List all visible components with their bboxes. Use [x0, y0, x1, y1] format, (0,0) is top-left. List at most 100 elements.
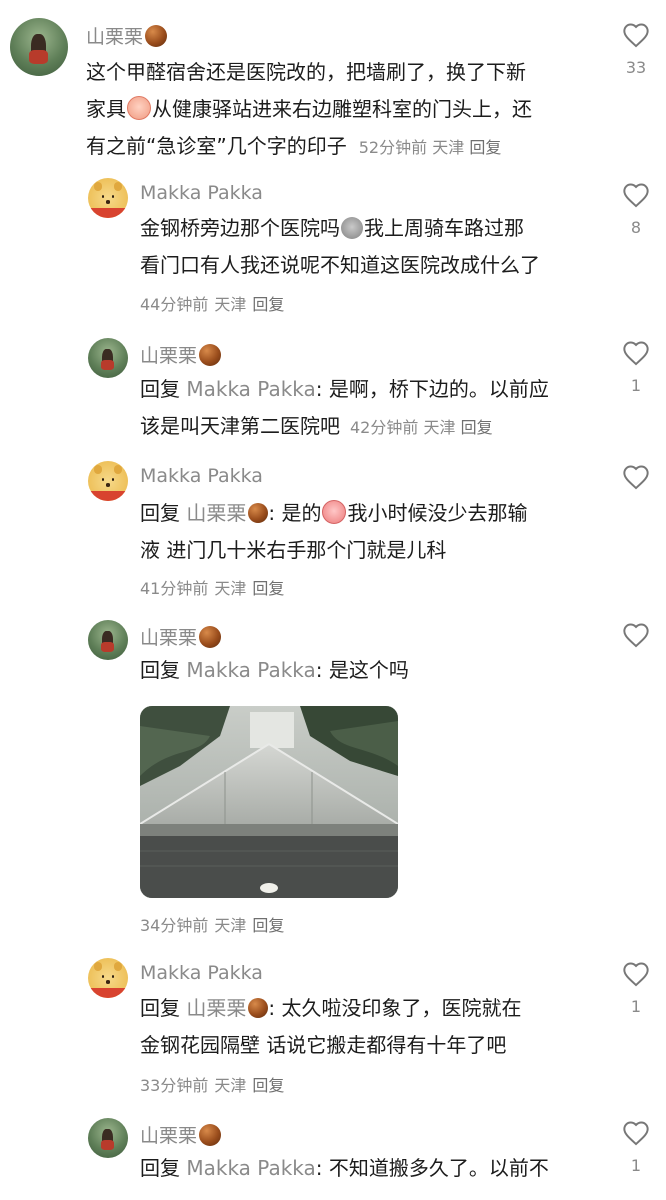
reply-to-user[interactable]: Makka Pakka [186, 658, 315, 682]
comment-fragment: 我上周骑车路过那 [364, 216, 524, 240]
comment-fragment: 该是叫天津第二医院吧 [140, 414, 340, 438]
comment-text: 回复 Makka Pakka: 是啊，桥下边的。以前应 该是叫天津第二医院吧 42… [140, 371, 600, 446]
reply-button[interactable]: 回复 [461, 418, 493, 437]
reply-to-user[interactable]: Makka Pakka [186, 1156, 315, 1180]
reply-to-user[interactable]: 山栗栗 [186, 501, 246, 525]
heart-icon [623, 341, 649, 366]
heart-icon [623, 1121, 649, 1146]
avatar[interactable] [10, 18, 68, 76]
comment-line: 看门口有人我还说呢不知道这医院改成什么了 [140, 253, 540, 277]
avatar-ear [113, 465, 123, 474]
avatar-nose [105, 483, 111, 487]
comment-fragment: : 是的 [268, 501, 322, 525]
avatar-nose [105, 980, 111, 984]
username[interactable]: 山栗栗 [140, 341, 222, 368]
reply-prefix: 回复 [140, 1156, 180, 1180]
chestnut-emoji-icon [248, 503, 269, 523]
username-text: 山栗栗 [86, 26, 144, 48]
like-button[interactable]: 1 [616, 340, 656, 395]
comment-line: 有之前“急诊室”几个字的印子 52分钟前 天津 回复 [86, 128, 606, 166]
username[interactable]: Makka Pakka [140, 962, 263, 984]
comment-line: 回复 Makka Pakka: 是啊，桥下边的。以前应 [140, 371, 600, 408]
comment-line: 回复 山栗栗 : 太久啦没印象了，医院就在 [140, 990, 600, 1027]
avatar[interactable] [88, 461, 128, 501]
heart-icon [623, 23, 649, 48]
comment-fragment: : 不知道搬多久了。以前不 [315, 1156, 549, 1180]
reply-prefix: 回复 [140, 996, 180, 1020]
comment-text: 这个甲醛宿舍还是医院改的，把墙刷了，换了下新 家具 从健康驿站进来右边雕塑科室的门… [86, 54, 606, 166]
reply-button[interactable]: 回复 [252, 579, 284, 598]
comment-fragment: 从健康驿站进来右边雕塑科室的门头上，还 [152, 97, 532, 121]
reply-prefix: 回复 [140, 377, 180, 401]
location: 天津 [214, 579, 247, 598]
reply-button[interactable]: 回复 [469, 138, 501, 157]
avatar-eye [101, 974, 105, 979]
username-text: 山栗栗 [140, 345, 198, 367]
like-count: 1 [630, 376, 642, 395]
chestnut-emoji-icon [248, 998, 269, 1018]
comment-line: 液 进门几十米右手那个门就是儿科 [140, 538, 447, 562]
username[interactable]: 山栗栗 [86, 22, 168, 49]
comment-text: 回复 Makka Pakka: 是这个吗 [140, 652, 600, 689]
avatar-shirt [88, 988, 128, 998]
username-text: 山栗栗 [140, 627, 198, 649]
username-text: 山栗栗 [140, 1125, 198, 1147]
avatar-eye [111, 194, 115, 199]
avatar[interactable] [88, 1118, 128, 1158]
like-count: 8 [630, 218, 642, 237]
like-count: 33 [625, 58, 647, 77]
chestnut-emoji-icon [199, 344, 222, 366]
like-count: 1 [630, 1156, 642, 1175]
like-button[interactable]: 1 [616, 1120, 656, 1175]
username[interactable]: 山栗栗 [140, 623, 222, 650]
like-button[interactable] [616, 622, 656, 652]
avatar-shirt [101, 360, 114, 370]
reply-button[interactable]: 回复 [252, 1076, 284, 1095]
comment-meta: 41分钟前 天津 回复 [140, 575, 290, 599]
timestamp: 52分钟前 [358, 138, 428, 157]
crying-emoji-icon [322, 500, 347, 524]
comment-fragment: : 是这个吗 [315, 658, 409, 682]
avatar-shirt [29, 50, 48, 65]
like-button[interactable] [616, 464, 656, 494]
pig-emoji-icon [127, 96, 151, 120]
comment-fragment: : 是啊，桥下边的。以前应 [315, 377, 549, 401]
like-button[interactable]: 33 [616, 22, 656, 77]
username[interactable]: Makka Pakka [140, 465, 263, 487]
heart-icon [623, 465, 649, 490]
heart-icon [623, 183, 649, 208]
username[interactable]: 山栗栗 [140, 1121, 222, 1148]
timestamp: 33分钟前 [140, 1076, 209, 1095]
comment-line: 回复 Makka Pakka: 不知道搬多久了。以前不 [140, 1150, 600, 1187]
comment-line: 回复 山栗栗: 是的 我小时候没少去那输 [140, 495, 600, 532]
comment-fragment: 有之前“急诊室”几个字的印子 [86, 134, 347, 158]
avatar[interactable] [88, 958, 128, 998]
sad-face-emoji-icon [341, 217, 363, 239]
reply-button[interactable]: 回复 [252, 295, 284, 314]
avatar[interactable] [88, 620, 128, 660]
location: 天津 [423, 418, 456, 437]
comment-text: 回复 山栗栗: 是的 我小时候没少去那输 液 进门几十米右手那个门就是儿科 [140, 495, 600, 569]
comment-text: 回复 Makka Pakka: 不知道搬多久了。以前不 [140, 1150, 600, 1187]
comment-line: 家具 从健康驿站进来右边雕塑科室的门头上，还 [86, 91, 606, 128]
like-button[interactable]: 8 [616, 182, 656, 237]
chestnut-emoji-icon [199, 626, 222, 648]
username[interactable]: Makka Pakka [140, 182, 263, 204]
comment-meta: 44分钟前 天津 回复 [140, 291, 290, 315]
reply-to-user[interactable]: Makka Pakka [186, 377, 315, 401]
comment-line: 金钢花园隔壁 话说它搬走都得有十年了吧 [140, 1033, 507, 1057]
avatar-shirt [101, 642, 114, 652]
comment-line: 金钢桥旁边那个医院吗 我上周骑车路过那 [140, 210, 600, 247]
attached-photo[interactable] [140, 706, 398, 898]
avatar[interactable] [88, 178, 128, 218]
avatar-shirt [88, 208, 128, 218]
reply-button[interactable]: 回复 [252, 916, 284, 935]
comment-fragment: : 太久啦没印象了，医院就在 [268, 996, 522, 1020]
location: 天津 [214, 916, 247, 935]
reply-to-user[interactable]: 山栗栗 [186, 996, 246, 1020]
avatar[interactable] [88, 338, 128, 378]
comment-line: 该是叫天津第二医院吧 42分钟前 天津 回复 [140, 408, 600, 446]
like-button[interactable]: 1 [616, 961, 656, 1016]
reply-prefix: 回复 [140, 658, 180, 682]
location: 天津 [432, 138, 465, 157]
